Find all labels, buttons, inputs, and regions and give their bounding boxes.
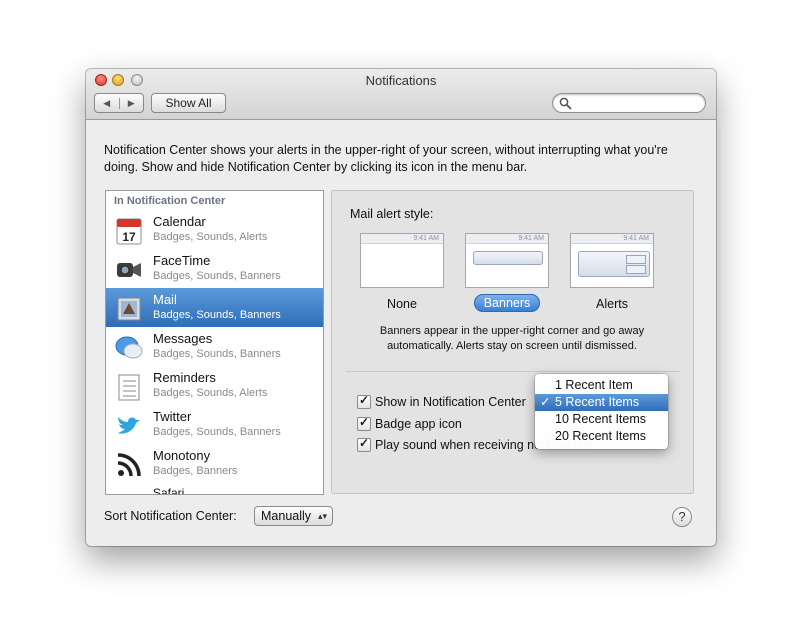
reminders-icon (118, 374, 140, 401)
calendar-date: 17 (122, 230, 136, 244)
app-row-reminders[interactable]: Reminders Badges, Sounds, Alerts (106, 366, 323, 405)
thumbnail-status-bar: 9:41 AM (571, 234, 653, 244)
search-input[interactable] (575, 96, 699, 112)
search-field[interactable] (552, 93, 706, 113)
app-alert-summary: Badges, Sounds, Banners (153, 348, 281, 360)
back-forward-control: ◀ ▶ (94, 93, 144, 113)
app-alert-summary: Badges, Sounds, Alerts (153, 231, 268, 243)
thumbnail-status-bar: 9:41 AM (466, 234, 548, 244)
search-icon (559, 97, 572, 110)
checkbox-label: Show in Notification Center (375, 395, 526, 409)
checkmark-icon: ✓ (540, 395, 551, 409)
menu-item-10-recent[interactable]: 10 Recent Items (535, 411, 668, 428)
back-button[interactable]: ◀ (95, 97, 120, 109)
app-name: FaceTime (153, 253, 211, 268)
alert-style-label: Mail alert style: (350, 207, 434, 221)
style-description: Banners appear in the upper-right corner… (379, 325, 645, 352)
app-row-calendar[interactable]: 17 Calendar Badges, Sounds, Alerts (106, 210, 323, 249)
app-name: Calendar (153, 214, 206, 229)
app-alert-summary: Badges, Banners (153, 465, 238, 477)
sort-value: Manually (261, 509, 312, 523)
mail-icon (117, 297, 141, 321)
list-header: In Notification Center (114, 195, 226, 207)
window-title: Notifications (365, 73, 437, 88)
style-alerts-thumbnail[interactable]: 9:41 AM (570, 233, 654, 288)
rss-icon (117, 453, 141, 477)
app-name: Monotony (153, 448, 211, 463)
app-row-messages[interactable]: Messages Badges, Sounds, Banners (106, 327, 323, 366)
show-in-nc-checkbox[interactable]: Show in Notification Center (357, 393, 526, 409)
forward-button[interactable]: ▶ (120, 98, 144, 109)
style-banners-label[interactable]: Banners (465, 294, 549, 312)
badge-app-icon-checkbox[interactable]: Badge app icon (357, 415, 462, 431)
app-alert-summary: Badges, Sounds, Banners (153, 426, 281, 438)
menu-item-5-recent[interactable]: ✓ 5 Recent Items (535, 394, 668, 411)
app-alert-summary: Badges, Sounds, Banners (153, 309, 281, 321)
menu-item-20-recent[interactable]: 20 Recent Items (535, 428, 668, 445)
show-all-button[interactable]: Show All (151, 93, 226, 113)
help-button[interactable]: ? (672, 507, 692, 527)
style-alerts-label[interactable]: Alerts (570, 297, 654, 311)
checkbox-label: Badge app icon (375, 417, 462, 431)
app-row-twitter[interactable]: Twitter Badges, Sounds, Banners (106, 405, 323, 444)
app-name: Messages (153, 331, 213, 346)
app-list[interactable]: In Notification Center 17 Calendar Badge… (105, 190, 324, 495)
checkbox-checked-icon (357, 436, 371, 452)
twitter-icon (118, 417, 140, 434)
app-row-monotony[interactable]: Monotony Badges, Banners (106, 444, 323, 483)
app-name: Twitter (153, 409, 192, 424)
style-banners-thumbnail[interactable]: 9:41 AM (465, 233, 549, 288)
menu-item-1-recent[interactable]: 1 Recent Item (535, 377, 668, 394)
divider (346, 371, 680, 372)
app-row-safari-partial[interactable]: Safari (153, 486, 184, 494)
banner-preview (473, 251, 543, 265)
app-name: Reminders (153, 370, 216, 385)
style-none-label[interactable]: None (360, 297, 444, 311)
preferences-window: Notifications ◀ ▶ Show All Notification … (86, 69, 716, 546)
alert-preview (578, 251, 650, 277)
style-none-thumbnail[interactable]: 9:41 AM (360, 233, 444, 288)
app-row-facetime[interactable]: FaceTime Badges, Sounds, Banners (106, 249, 323, 288)
checkbox-checked-icon (357, 393, 371, 409)
title-toolbar: Notifications ◀ ▶ Show All (86, 69, 716, 120)
thumbnail-status-bar: 9:41 AM (361, 234, 443, 244)
sort-label: Sort Notification Center: (104, 509, 237, 523)
popup-arrows-icon: ▴▾ (317, 511, 327, 521)
checkbox-checked-icon (357, 415, 371, 431)
app-alert-summary: Badges, Sounds, Banners (153, 270, 281, 282)
messages-icon (115, 336, 143, 359)
calendar-icon: 17 (116, 218, 142, 245)
recent-items-menu[interactable]: 1 Recent Item ✓ 5 Recent Items 10 Recent … (535, 374, 668, 449)
app-name: Mail (153, 292, 177, 307)
sort-order-popup[interactable]: Manually ▴▾ (254, 506, 333, 526)
app-alert-summary: Badges, Sounds, Alerts (153, 387, 268, 399)
app-row-mail[interactable]: Mail Badges, Sounds, Banners (106, 288, 323, 327)
intro-text: Notification Center shows your alerts in… (104, 143, 668, 174)
facetime-icon (117, 263, 141, 277)
